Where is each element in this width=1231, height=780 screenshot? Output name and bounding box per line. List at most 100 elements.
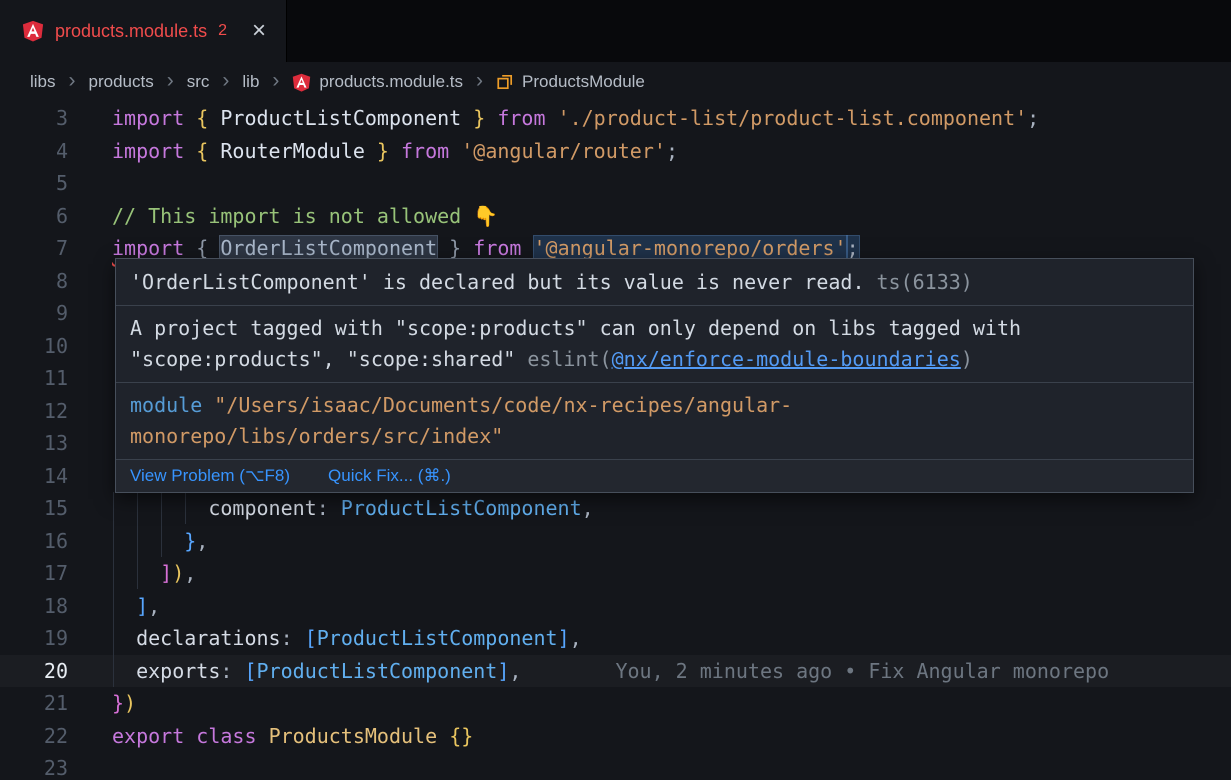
indent-guide [137,492,138,589]
code-token [112,659,136,683]
code-line-19[interactable]: 19 declarations: [ProductListComponent], [0,622,1231,655]
code-token: : [220,659,244,683]
code-token [184,139,196,163]
code-line-20[interactable]: 20 exports: [ProductListComponent],You, … [0,655,1231,688]
hover-ts-diagnostic: 'OrderListComponent' is declared but its… [116,259,1193,306]
code-token: RouterModule [208,139,377,163]
code-line-18[interactable]: 18 ], [0,590,1231,623]
code-token: } [473,106,485,130]
line-number: 5 [0,167,68,200]
code-token: from [473,236,521,260]
code-token: [ [244,659,256,683]
code-token: declarations [136,626,281,650]
eslint-rule-link[interactable]: @nx/enforce-module-boundaries [612,347,961,371]
code-token [461,236,473,260]
git-blame-annotation: You, 2 minutes ago • Fix Angular monorep… [615,659,1109,683]
code-token: import [112,106,184,130]
line-number: 14 [0,460,68,493]
code-token: { [196,139,208,163]
module-path: "/Users/isaac/Documents/code/nx-recipes/… [214,393,792,417]
chevron-right-icon: › [476,70,483,94]
code-token: , [509,659,521,683]
code-token: { [196,106,208,130]
breadcrumb-item-src[interactable]: src [187,72,210,92]
code-token: [ [305,626,317,650]
code-token: } [112,691,124,715]
module-path: monorepo/libs/orders/src/index" [130,424,503,448]
code-token [112,529,184,553]
line-number: 16 [0,525,68,558]
code-line-6[interactable]: 6// This import is not allowed 👇 [0,200,1231,233]
line-number: 19 [0,622,68,655]
angular-icon [292,73,311,92]
line-number: 21 [0,687,68,720]
code-token: ; [1027,106,1039,130]
chevron-right-icon: › [222,70,229,94]
line-number: 23 [0,752,68,780]
code-line-23[interactable]: 23 [0,752,1231,780]
code-token: ) [172,561,184,585]
code-line-4[interactable]: 4import { RouterModule } from '@angular/… [0,135,1231,168]
code-token: ] [497,659,509,683]
diagnostic-message: A project tagged with "scope:products" c… [130,316,1021,340]
line-number: 3 [0,102,68,135]
diagnostic-source: eslint( [527,347,611,371]
breadcrumb: libs › products › src › lib › products.m… [0,62,1231,102]
chevron-right-icon: › [69,70,76,94]
code-token: { [196,236,220,260]
code-token [184,236,196,260]
code-token: ProductListComponent [257,659,498,683]
quick-fix-action[interactable]: Quick Fix... (⌘.) [328,466,451,486]
code-token [389,139,401,163]
diagnostic-hover-popup: 'OrderListComponent' is declared but its… [115,258,1194,493]
code-token: , [196,529,208,553]
tab-products-module[interactable]: products.module.ts 2 × [0,0,287,62]
line-number: 11 [0,362,68,395]
code-token: ProductsModule [269,724,438,748]
line-number: 13 [0,427,68,460]
code-token: ] [160,561,172,585]
breadcrumb-item-libs[interactable]: libs [30,72,56,92]
code-token: export [112,724,184,748]
code-line-17[interactable]: 17 ]), [0,557,1231,590]
breadcrumb-file-label: products.module.ts [319,72,463,92]
code-token [485,106,497,130]
vscode-window: products.module.ts 2 × libs › products ›… [0,0,1231,780]
code-token: './product-list/product-list.component' [558,106,1028,130]
view-problem-action[interactable]: View Problem (⌥F8) [130,466,290,486]
code-token [546,106,558,130]
code-token [449,139,461,163]
code-line-3[interactable]: 3 import { ProductListComponent } from '.… [0,102,1231,135]
code-line-21[interactable]: 21}) [0,687,1231,720]
module-keyword: module [130,393,202,417]
tab-label: products.module.ts [55,21,207,42]
diagnostic-source: ) [961,347,973,371]
breadcrumb-item-products[interactable]: products [89,72,154,92]
breadcrumb-item-file[interactable]: products.module.ts [292,72,463,92]
line-number: 8 [0,265,68,298]
breadcrumb-item-lib[interactable]: lib [242,72,259,92]
line-number: 18 [0,590,68,623]
diagnostic-source: ts(6133) [877,270,973,294]
code-line-16[interactable]: 16 }, [0,525,1231,558]
code-token: , [582,496,594,520]
close-icon[interactable]: × [252,19,266,43]
code-token: ProductListComponent [208,106,473,130]
code-token: ] [136,594,148,618]
code-line-5[interactable]: 5 [0,167,1231,200]
code-token: {} [449,724,473,748]
code-token [521,236,533,260]
code-token: ] [558,626,570,650]
line-number: 12 [0,395,68,428]
code-token: import [112,236,184,260]
code-token: from [497,106,545,130]
code-token: // This import is not allowed [112,204,473,228]
breadcrumb-symbol-label: ProductsModule [522,72,645,92]
line-number: 7 [0,232,68,265]
breadcrumb-item-symbol[interactable]: ProductsModule [496,72,645,92]
indent-guide [185,492,186,524]
code-line-22[interactable]: 22export class ProductsModule {} [0,720,1231,753]
indent-guide [113,492,114,687]
hover-eslint-diagnostic: A project tagged with "scope:products" c… [116,306,1193,383]
line-number: 22 [0,720,68,753]
